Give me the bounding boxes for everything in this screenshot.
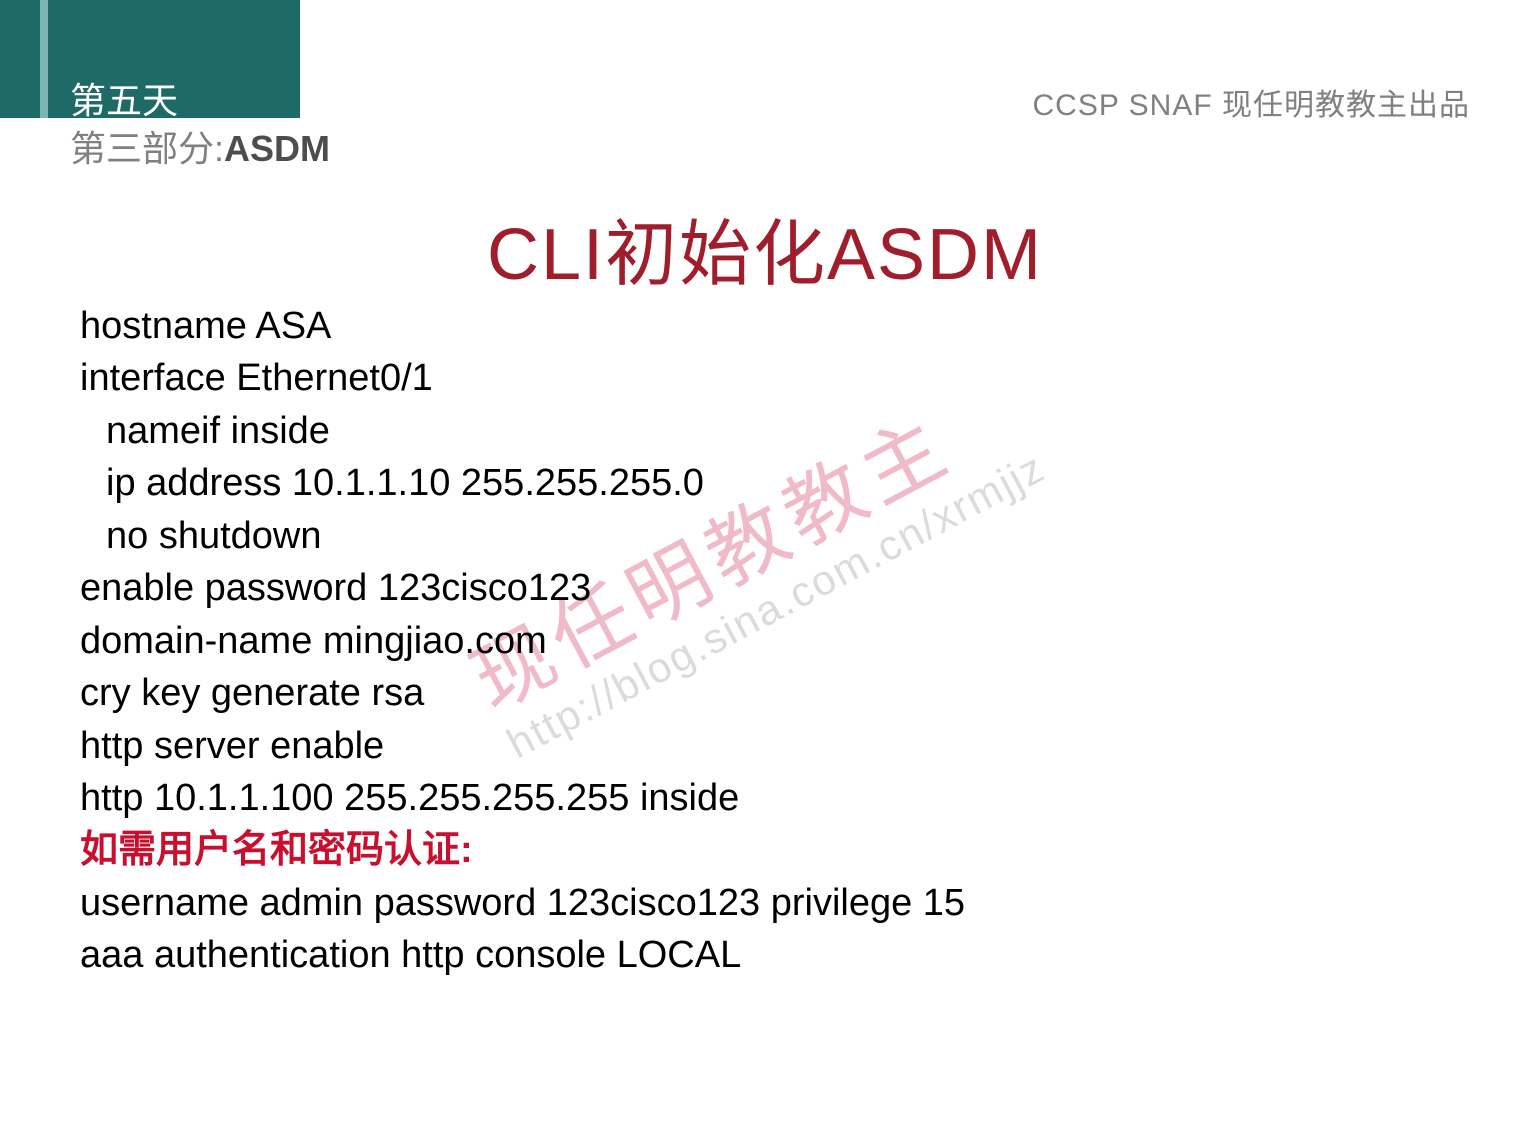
cli-line: enable password 123cisco123 [80, 562, 1470, 614]
header-accent-bar [40, 0, 48, 118]
cli-line: hostname ASA [80, 300, 1470, 352]
cli-line: ip address 10.1.1.10 255.255.255.0 [80, 457, 1470, 509]
cli-line: aaa authentication http console LOCAL [80, 929, 1470, 981]
section-prefix: 第三部分: [70, 128, 224, 169]
slide-title: CLI初始化ASDM [0, 195, 1530, 300]
slide-body: hostname ASA interface Ethernet0/1 namei… [80, 300, 1470, 982]
cli-line: domain-name mingjiao.com [80, 615, 1470, 667]
cli-line: cry key generate rsa [80, 667, 1470, 719]
cli-line: interface Ethernet0/1 [80, 352, 1470, 404]
cli-line: username admin password 123cisco123 priv… [80, 877, 1470, 929]
cli-line: nameif inside [80, 405, 1470, 457]
course-tag: CCSP SNAF 现任明教教主出品 [1033, 80, 1471, 124]
cli-line: http 10.1.1.100 255.255.255.255 inside [80, 772, 1470, 824]
section-label: 第三部分:ASDM [70, 120, 330, 172]
cli-note: 如需用户名和密码认证: [80, 824, 1470, 876]
cli-line: http server enable [80, 720, 1470, 772]
section-name: ASDM [224, 128, 330, 169]
cli-line: no shutdown [80, 510, 1470, 562]
day-label: 第五天 [70, 72, 178, 124]
